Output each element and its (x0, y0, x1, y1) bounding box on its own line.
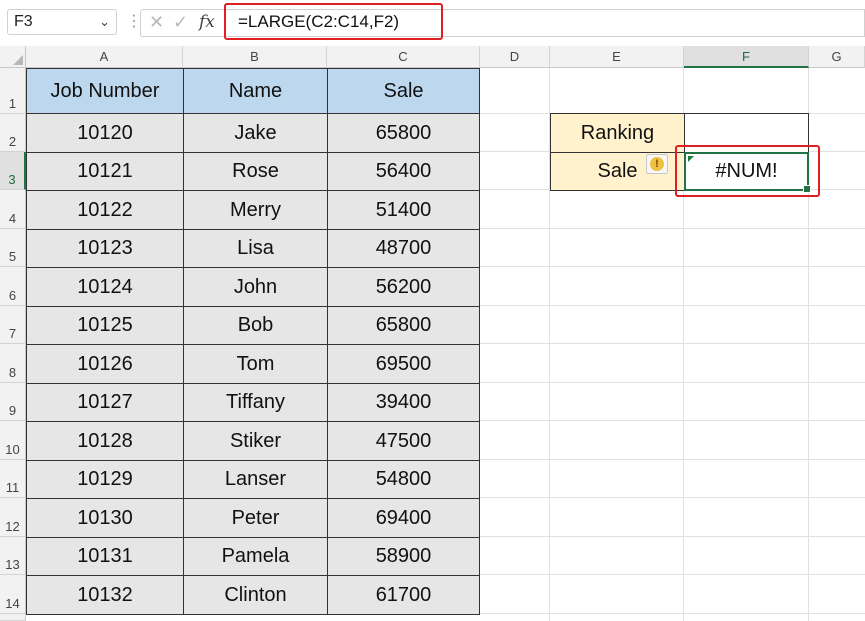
row-header-4[interactable]: 4 (0, 190, 26, 229)
cell-name[interactable]: Tom (183, 344, 328, 384)
formula-buttons: ✕ ✓ fx (140, 9, 224, 37)
cell-job-number[interactable]: 10120 (26, 113, 184, 153)
cell-sale[interactable]: 51400 (327, 190, 480, 230)
cell-sale[interactable]: 47500 (327, 421, 480, 461)
cell-sale[interactable]: 65800 (327, 306, 480, 345)
row-header-9[interactable]: 9 (0, 383, 26, 421)
insert-function-icon[interactable]: fx (199, 12, 215, 32)
row-header-14[interactable]: 14 (0, 575, 26, 614)
cell-job-number[interactable]: 10132 (26, 575, 184, 615)
enter-icon[interactable]: ✓ (173, 12, 188, 33)
row-header-2[interactable]: 2 (0, 114, 26, 152)
cell-job-number[interactable]: 10124 (26, 267, 184, 307)
row-header-15[interactable] (0, 614, 26, 621)
ranking-label[interactable]: Ranking (550, 113, 685, 153)
cell-sale[interactable]: 56200 (327, 267, 480, 307)
select-all-button[interactable] (0, 46, 26, 68)
cell-name[interactable]: Stiker (183, 421, 328, 461)
cell-name[interactable]: Rose (183, 152, 328, 191)
chevron-down-icon[interactable]: ⌄ (99, 10, 110, 34)
header-sale[interactable]: Sale (327, 68, 480, 114)
cell-name[interactable]: Lanser (183, 460, 328, 499)
error-warning-button[interactable]: ! (646, 154, 668, 174)
cell-job-number[interactable]: 10130 (26, 498, 184, 538)
cell-name[interactable]: Bob (183, 306, 328, 345)
cell-job-number[interactable]: 10121 (26, 152, 184, 191)
header-job-number[interactable]: Job Number (26, 68, 184, 114)
cell-name[interactable]: Lisa (183, 229, 328, 268)
cell-sale[interactable]: 69500 (327, 344, 480, 384)
name-box-value: F3 (14, 13, 33, 30)
cell-job-number[interactable]: 10125 (26, 306, 184, 345)
cell-name[interactable]: Tiffany (183, 383, 328, 422)
column-header-c[interactable]: C (327, 46, 480, 68)
row-header-12[interactable]: 12 (0, 498, 26, 537)
cancel-icon[interactable]: ✕ (149, 12, 164, 33)
cell-name[interactable]: John (183, 267, 328, 307)
cell-job-number[interactable]: 10129 (26, 460, 184, 499)
row-header-10[interactable]: 10 (0, 421, 26, 460)
formula-bar: F3 ⌄ ⋮ ✕ ✓ fx =LARGE(C2:C14,F2) (0, 0, 865, 46)
cell-job-number[interactable]: 10122 (26, 190, 184, 230)
name-box[interactable]: F3 ⌄ (7, 9, 117, 35)
cell-name[interactable]: Pamela (183, 537, 328, 576)
cell-sale[interactable]: 54800 (327, 460, 480, 499)
cell-sale[interactable]: 65800 (327, 113, 480, 153)
result-highlight-outline (675, 145, 820, 197)
column-header-a[interactable]: A (26, 46, 183, 68)
cell-sale[interactable]: 69400 (327, 498, 480, 538)
cell-name[interactable]: Jake (183, 113, 328, 153)
cell-job-number[interactable]: 10123 (26, 229, 184, 268)
column-header-e[interactable]: E (550, 46, 684, 68)
cell-sale[interactable]: 48700 (327, 229, 480, 268)
column-header-g[interactable]: G (809, 46, 865, 68)
row-header-3[interactable]: 3 (0, 152, 26, 190)
row-header-8[interactable]: 8 (0, 344, 26, 383)
cell-job-number[interactable]: 10126 (26, 344, 184, 384)
cell-name[interactable]: Peter (183, 498, 328, 538)
row-header-6[interactable]: 6 (0, 267, 26, 306)
row-header-7[interactable]: 7 (0, 306, 26, 344)
column-header-d[interactable]: D (480, 46, 550, 68)
cell-name[interactable]: Merry (183, 190, 328, 230)
column-header-b[interactable]: B (183, 46, 327, 68)
column-header-f[interactable]: F (684, 46, 809, 68)
cell-job-number[interactable]: 10127 (26, 383, 184, 422)
formula-text[interactable]: =LARGE(C2:C14,F2) (224, 3, 443, 40)
row-header-5[interactable]: 5 (0, 229, 26, 267)
cell-job-number[interactable]: 10128 (26, 421, 184, 461)
cell-job-number[interactable]: 10131 (26, 537, 184, 576)
cell-sale[interactable]: 61700 (327, 575, 480, 615)
row-header-11[interactable]: 11 (0, 460, 26, 498)
cell-sale[interactable]: 56400 (327, 152, 480, 191)
cell-sale[interactable]: 58900 (327, 537, 480, 576)
warning-icon: ! (650, 157, 664, 171)
cell-sale[interactable]: 39400 (327, 383, 480, 422)
row-header-13[interactable]: 13 (0, 537, 26, 575)
row-header-1[interactable]: 1 (0, 68, 26, 114)
header-name[interactable]: Name (183, 68, 328, 114)
cell-name[interactable]: Clinton (183, 575, 328, 615)
